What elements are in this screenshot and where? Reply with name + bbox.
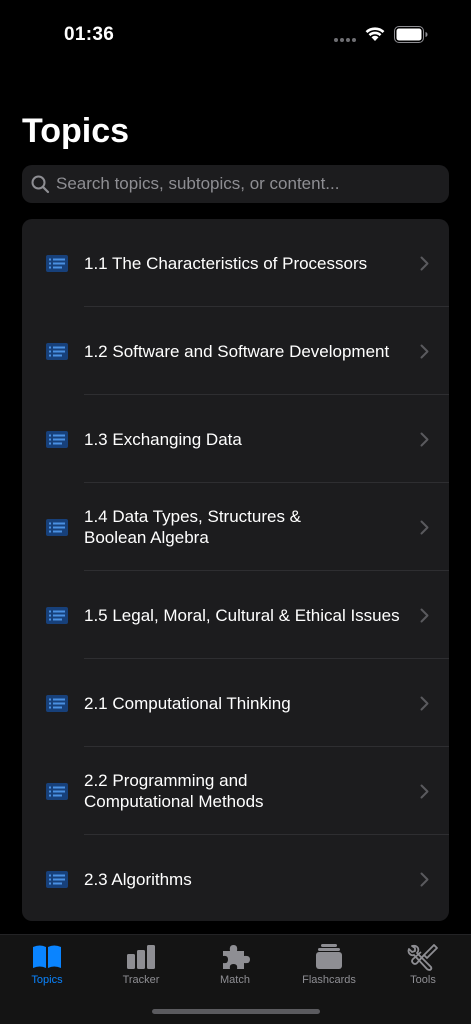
chevron-right-icon xyxy=(420,432,429,447)
status-time: 01:36 xyxy=(64,24,115,45)
topic-row[interactable]: 2.3 Algorithms xyxy=(22,835,449,921)
topic-label: 1.2 Software and Software Development xyxy=(84,341,390,361)
topic-label: 1.4 Data Types, Structures & Boolean Alg… xyxy=(84,507,302,547)
list-icon xyxy=(46,607,68,624)
status-bar: 01:36 xyxy=(0,0,471,70)
topic-label: 1.1 The Characteristics of Processors xyxy=(84,253,368,273)
tab-tracker[interactable]: Tracker xyxy=(94,935,188,995)
chevron-right-icon xyxy=(420,520,429,535)
tab-tools[interactable]: Tools xyxy=(376,935,470,995)
list-icon xyxy=(46,519,68,536)
chevron-right-icon xyxy=(420,872,429,887)
tab-topics[interactable]: Topics xyxy=(0,935,94,995)
topic-list: 1.1 The Characteristics of Processors 1.… xyxy=(22,219,449,921)
topic-row[interactable]: 1.5 Legal, Moral, Cultural & Ethical Iss… xyxy=(22,571,449,659)
topic-row[interactable]: 1.3 Exchanging Data xyxy=(22,395,449,483)
chevron-right-icon xyxy=(420,784,429,799)
list-icon xyxy=(46,695,68,712)
tab-flashcards[interactable]: Flashcards xyxy=(282,935,376,995)
topic-row[interactable]: 1.2 Software and Software Development xyxy=(22,307,449,395)
battery-icon xyxy=(394,26,428,43)
tab-label: Tracker xyxy=(122,974,160,986)
tab-label: Match xyxy=(220,974,250,986)
search-icon xyxy=(31,175,50,194)
topic-label: 1.3 Exchanging Data xyxy=(84,429,242,449)
tab-label: Flashcards xyxy=(302,974,356,986)
search-input[interactable] xyxy=(56,174,436,194)
topic-label: 1.5 Legal, Moral, Cultural & Ethical Iss… xyxy=(84,605,400,625)
list-icon xyxy=(46,255,68,272)
list-icon xyxy=(46,431,68,448)
bar-chart-icon xyxy=(127,945,155,969)
topic-label: 2.2 Programming and Computational Method… xyxy=(84,771,264,811)
puzzle-icon xyxy=(223,945,250,969)
wifi-icon xyxy=(365,27,385,41)
topic-label: 2.3 Algorithms xyxy=(84,869,192,889)
topic-row[interactable]: 2.2 Programming and Computational Method… xyxy=(22,747,449,835)
home-indicator xyxy=(152,1009,320,1014)
chevron-right-icon xyxy=(420,256,429,271)
cellular-signal-icon xyxy=(334,38,356,42)
topic-row[interactable]: 1.4 Data Types, Structures & Boolean Alg… xyxy=(22,483,449,571)
book-icon xyxy=(33,945,61,968)
list-icon xyxy=(46,871,68,888)
topic-row[interactable]: 1.1 The Characteristics of Processors xyxy=(22,219,449,307)
chevron-right-icon xyxy=(420,696,429,711)
list-icon xyxy=(46,783,68,800)
chevron-right-icon xyxy=(420,344,429,359)
topic-row[interactable]: 2.1 Computational Thinking xyxy=(22,659,449,747)
card-stack-icon xyxy=(316,944,342,969)
page-title: Topics xyxy=(22,112,130,150)
wrench-screwdriver-icon xyxy=(407,944,438,971)
tab-label: Topics xyxy=(31,974,63,986)
chevron-right-icon xyxy=(420,608,429,623)
search-bar[interactable] xyxy=(22,165,449,203)
list-icon xyxy=(46,343,68,360)
tab-label: Tools xyxy=(410,974,436,986)
tab-match[interactable]: Match xyxy=(188,935,282,995)
topic-label: 2.1 Computational Thinking xyxy=(84,693,291,713)
